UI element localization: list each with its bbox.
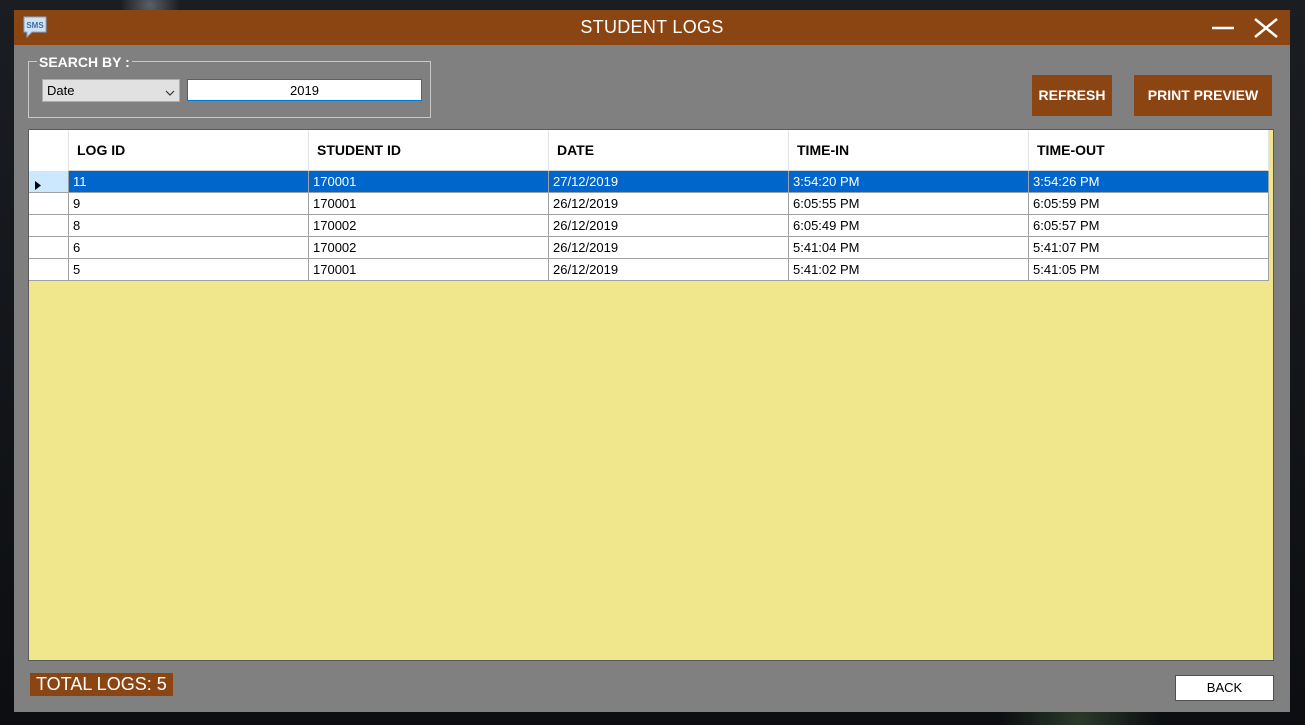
row-header-corner	[29, 130, 69, 171]
table-row[interactable]: 11 170001 27/12/2019 3:54:20 PM 3:54:26 PM	[29, 171, 1269, 193]
cell-time-out[interactable]: 5:41:07 PM	[1029, 237, 1269, 258]
cell-log-id[interactable]: 6	[69, 237, 309, 258]
back-button[interactable]: BACK	[1175, 675, 1274, 701]
cell-date[interactable]: 26/12/2019	[549, 215, 789, 236]
refresh-button[interactable]: REFRESH	[1032, 75, 1112, 116]
cell-log-id[interactable]: 8	[69, 215, 309, 236]
minimize-icon[interactable]	[1210, 16, 1236, 40]
cell-date[interactable]: 26/12/2019	[549, 259, 789, 280]
cell-student-id[interactable]: 170001	[309, 171, 549, 192]
search-by-label: SEARCH BY :	[37, 53, 132, 71]
row-selector[interactable]	[29, 171, 69, 192]
cell-time-in[interactable]: 3:54:20 PM	[789, 171, 1029, 192]
cell-log-id[interactable]: 5	[69, 259, 309, 280]
column-header-time-out[interactable]: TIME-OUT	[1029, 130, 1269, 171]
table-header: LOG ID STUDENT ID DATE TIME-IN TIME-OUT	[29, 130, 1269, 171]
cell-student-id[interactable]: 170002	[309, 237, 549, 258]
window-title: STUDENT LOGS	[580, 17, 724, 37]
cell-time-out[interactable]: 5:41:05 PM	[1029, 259, 1269, 280]
cell-date[interactable]: 27/12/2019	[549, 171, 789, 192]
cell-log-id[interactable]: 9	[69, 193, 309, 214]
row-selector[interactable]	[29, 215, 69, 236]
chevron-down-icon	[165, 84, 175, 96]
title-bar[interactable]: SMS STUDENT LOGS	[14, 10, 1290, 45]
print-preview-button[interactable]: PRINT PREVIEW	[1134, 75, 1272, 116]
cell-time-out[interactable]: 3:54:26 PM	[1029, 171, 1269, 192]
table-row[interactable]: 6 170002 26/12/2019 5:41:04 PM 5:41:07 PM	[29, 237, 1269, 259]
cell-time-out[interactable]: 6:05:57 PM	[1029, 215, 1269, 236]
table-body: 11 170001 27/12/2019 3:54:20 PM 3:54:26 PM 9 1…	[29, 171, 1269, 281]
column-header-time-in[interactable]: TIME-IN	[789, 130, 1029, 171]
cell-date[interactable]: 26/12/2019	[549, 237, 789, 258]
current-row-arrow-icon	[35, 177, 41, 190]
search-field-select[interactable]: Date	[42, 79, 180, 102]
row-selector[interactable]	[29, 237, 69, 258]
cell-student-id[interactable]: 170001	[309, 193, 549, 214]
table-row[interactable]: 8 170002 26/12/2019 6:05:49 PM 6:05:57 PM	[29, 215, 1269, 237]
cell-time-in[interactable]: 6:05:49 PM	[789, 215, 1029, 236]
close-icon[interactable]	[1252, 16, 1280, 40]
cell-time-in[interactable]: 5:41:04 PM	[789, 237, 1029, 258]
column-header-log-id[interactable]: LOG ID	[69, 130, 309, 171]
cell-date[interactable]: 26/12/2019	[549, 193, 789, 214]
cell-student-id[interactable]: 170002	[309, 215, 549, 236]
search-field-value: Date	[47, 83, 75, 98]
table-row[interactable]: 5 170001 26/12/2019 5:41:02 PM 5:41:05 PM	[29, 259, 1269, 281]
logs-table[interactable]: LOG ID STUDENT ID DATE TIME-IN TIME-OUT …	[28, 129, 1274, 661]
row-selector[interactable]	[29, 259, 69, 280]
cell-time-out[interactable]: 6:05:59 PM	[1029, 193, 1269, 214]
cell-log-id[interactable]: 11	[69, 171, 309, 192]
table-row[interactable]: 9 170001 26/12/2019 6:05:55 PM 6:05:59 PM	[29, 193, 1269, 215]
column-header-student-id[interactable]: STUDENT ID	[309, 130, 549, 171]
student-logs-window: SMS STUDENT LOGS SEARCH BY : Date REFRES…	[14, 10, 1290, 712]
column-header-date[interactable]: DATE	[549, 130, 789, 171]
cell-time-in[interactable]: 6:05:55 PM	[789, 193, 1029, 214]
cell-student-id[interactable]: 170001	[309, 259, 549, 280]
total-logs-label: TOTAL LOGS: 5	[30, 673, 173, 696]
search-by-group: SEARCH BY : Date	[28, 53, 431, 118]
search-input[interactable]	[187, 79, 422, 101]
row-selector[interactable]	[29, 193, 69, 214]
cell-time-in[interactable]: 5:41:02 PM	[789, 259, 1029, 280]
